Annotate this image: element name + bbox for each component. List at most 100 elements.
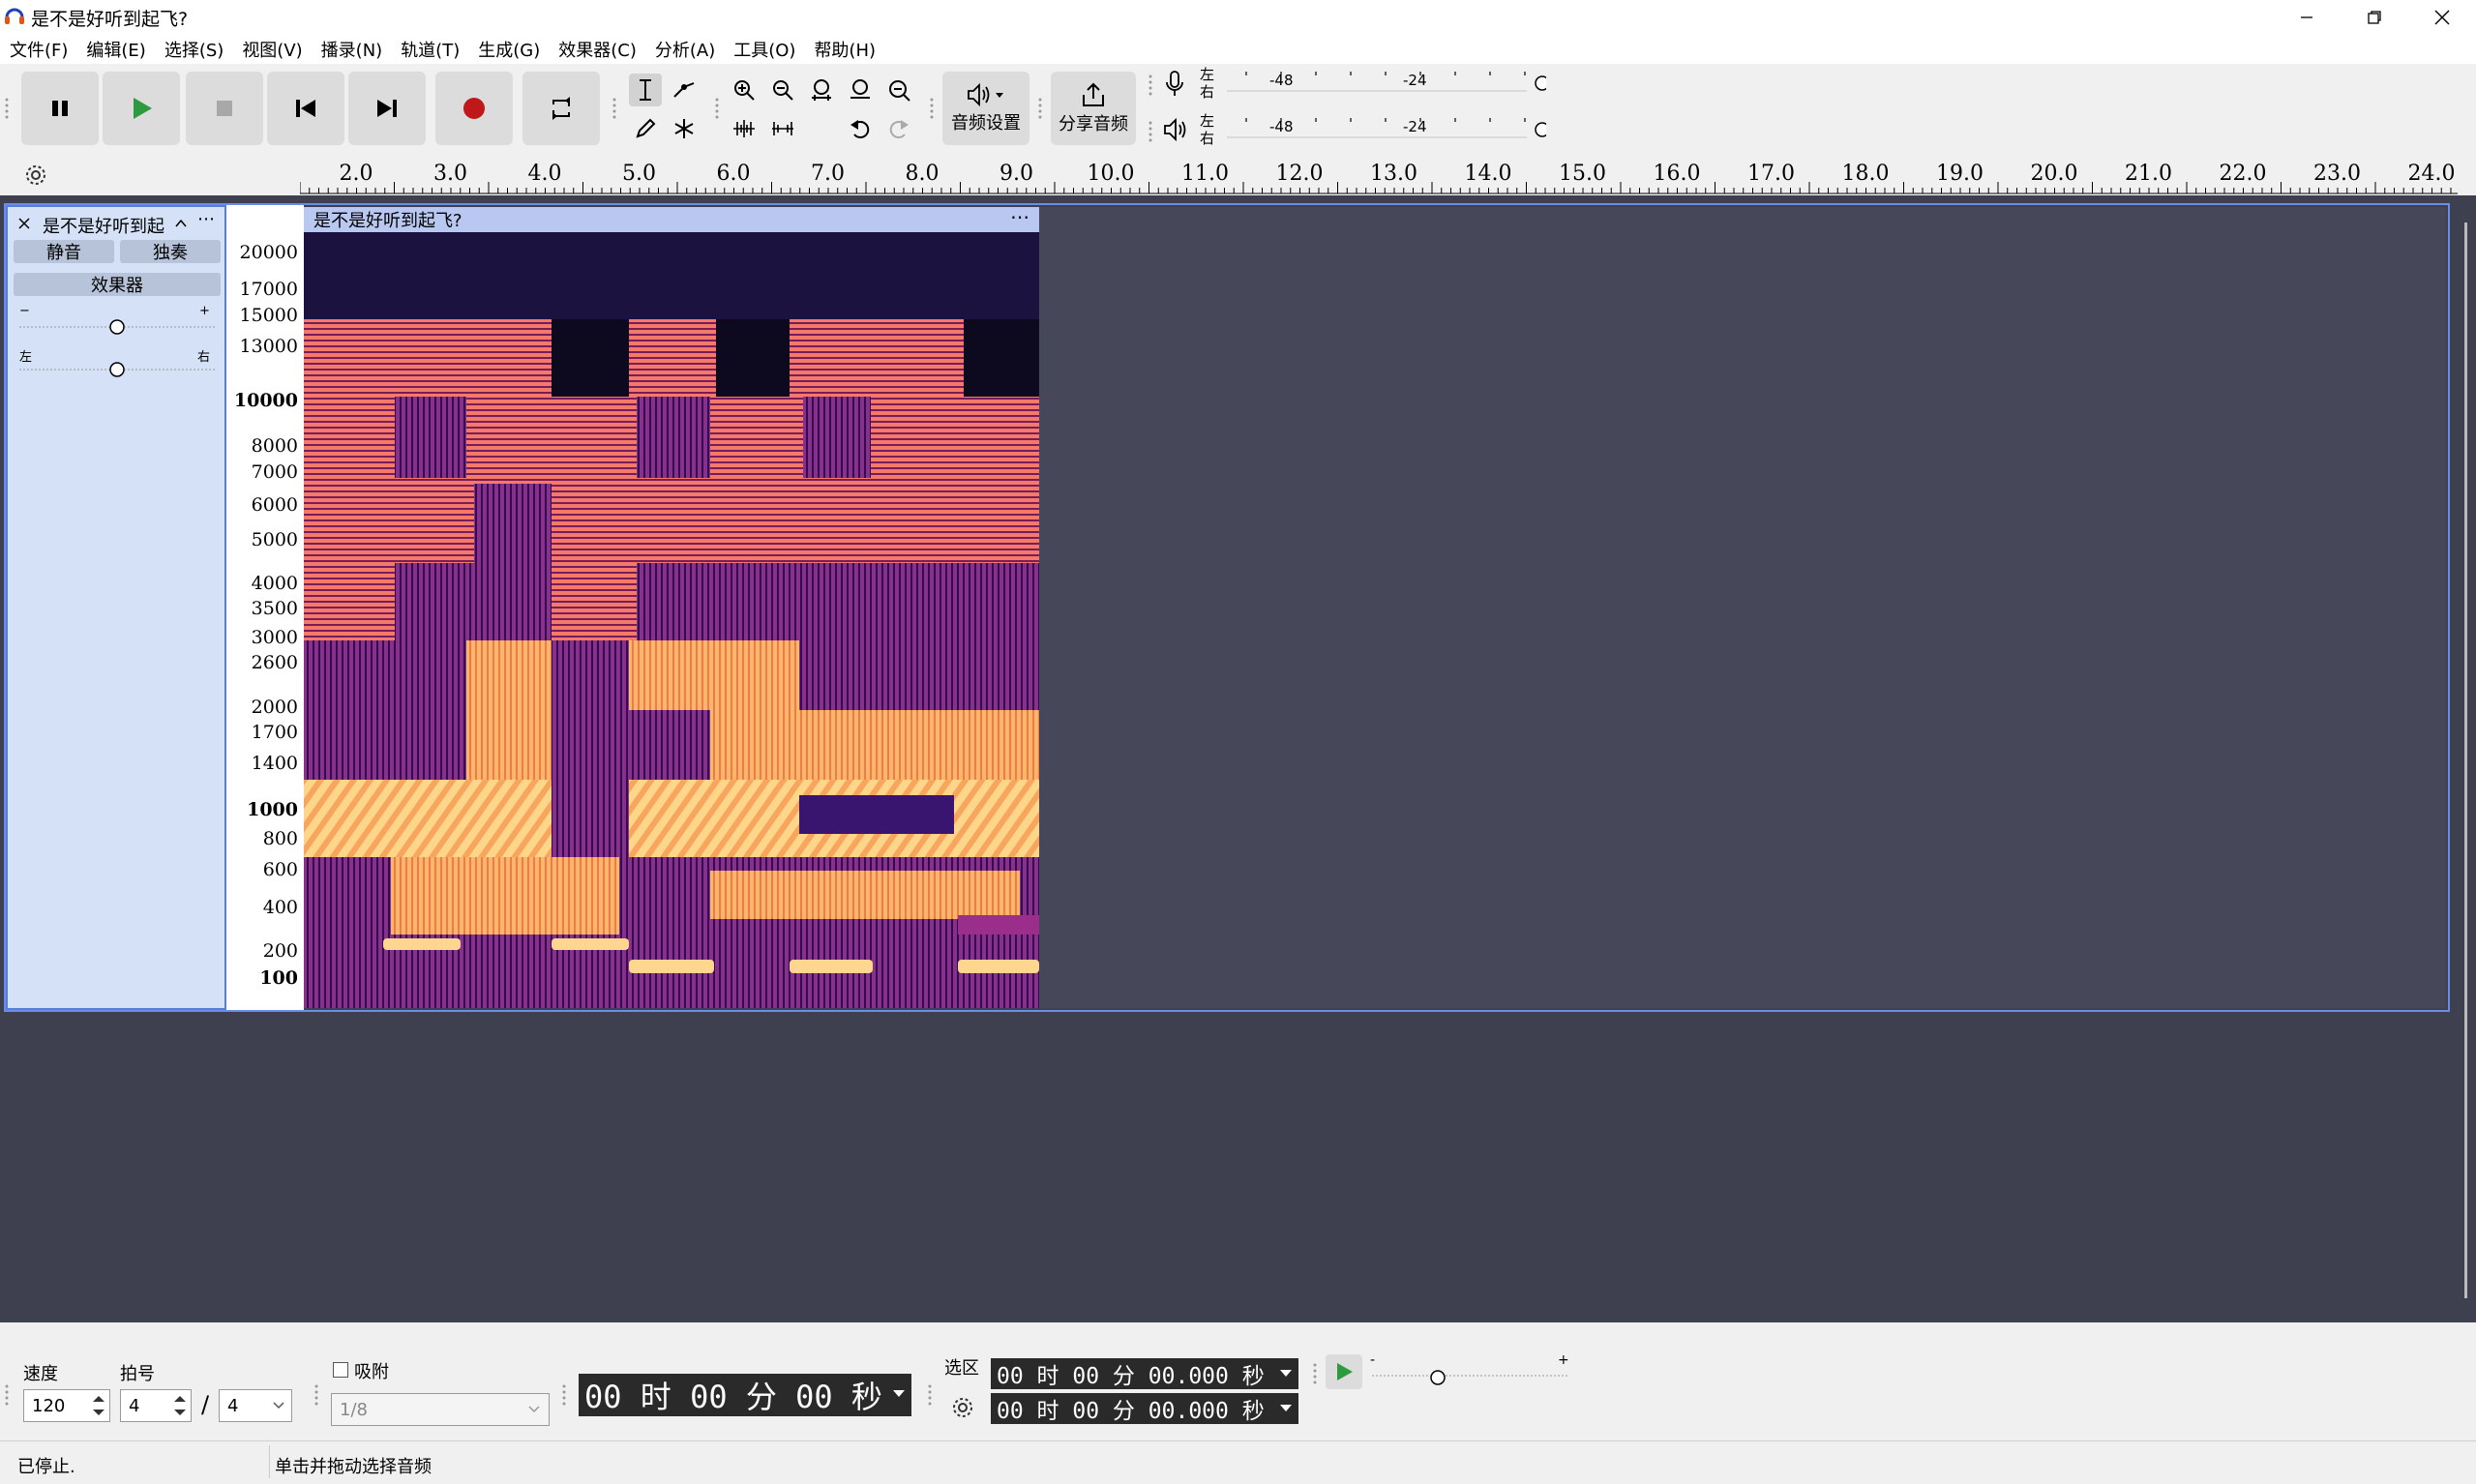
- play-meter[interactable]: -48 -24: [1217, 112, 1550, 147]
- close-track-icon[interactable]: [17, 217, 31, 230]
- menu-generate[interactable]: 生成(G): [468, 37, 549, 62]
- track-control-panel[interactable]: 是不是好听到起 ⋯ 静音 独奏 效果器 − + 左 右: [6, 205, 226, 1010]
- play-button[interactable]: [103, 72, 180, 145]
- skip-to-start-button[interactable]: [267, 72, 344, 145]
- close-icon: [2434, 10, 2450, 25]
- loop-icon: [552, 97, 570, 120]
- time-display[interactable]: 00 时 00 分 00 秒: [579, 1374, 911, 1416]
- playback-speed-slider[interactable]: [1370, 1366, 1573, 1385]
- silence-button[interactable]: [766, 112, 799, 145]
- clip-header[interactable]: 是不是好听到起飞? ⋯: [304, 205, 1039, 232]
- timesig-separator: /: [201, 1391, 210, 1418]
- spectro-block: [710, 871, 1020, 919]
- timeline-options-button[interactable]: [19, 159, 52, 192]
- record-button[interactable]: [435, 72, 513, 145]
- solo-button[interactable]: 独奏: [120, 240, 221, 263]
- zoom-in-button[interactable]: [728, 74, 761, 106]
- zoom-toggle-icon: [889, 80, 910, 102]
- audio-setup-grip[interactable]: [929, 97, 935, 120]
- chevron-down-icon: [1280, 1405, 1292, 1411]
- play-at-speed-grip[interactable]: [1312, 1362, 1318, 1385]
- selection-end-time[interactable]: 00 时 00 分 00.000 秒: [991, 1393, 1298, 1424]
- record-meter[interactable]: -48 -24: [1217, 66, 1550, 101]
- stop-button[interactable]: [186, 72, 263, 145]
- pan-slider[interactable]: [17, 360, 217, 379]
- menu-view[interactable]: 视图(V): [232, 37, 311, 62]
- tempo-spin-icon[interactable]: [89, 1391, 108, 1420]
- share-audio-button[interactable]: 分享音频: [1051, 72, 1136, 145]
- menu-effect[interactable]: 效果器(C): [549, 37, 645, 62]
- selection-start-time[interactable]: 00 时 00 分 00.000 秒: [991, 1358, 1298, 1389]
- audio-settings-button[interactable]: 音频设置: [942, 72, 1029, 145]
- track-name[interactable]: 是不是好听到起: [43, 213, 164, 238]
- toolbar-grip[interactable]: [4, 97, 10, 120]
- menu-file[interactable]: 文件(F): [0, 37, 76, 62]
- fit-project-button[interactable]: [844, 74, 877, 106]
- snap-select[interactable]: 1/8: [331, 1393, 550, 1426]
- spectro-harmonic: [629, 960, 714, 973]
- effects-button[interactable]: 效果器: [14, 273, 221, 296]
- menu-select[interactable]: 选择(S): [155, 37, 232, 62]
- track-empty-region[interactable]: [1039, 207, 2446, 1008]
- record-icon: [463, 98, 485, 119]
- spectro-block: [958, 915, 1039, 935]
- redo-button[interactable]: [882, 112, 915, 145]
- multi-tool-button[interactable]: [668, 112, 701, 145]
- loop-button[interactable]: [522, 72, 600, 145]
- menu-analyze[interactable]: 分析(A): [645, 37, 724, 62]
- zoom-out-button[interactable]: [766, 74, 799, 106]
- trim-button[interactable]: [728, 112, 761, 145]
- frequency-label: 1700: [251, 722, 298, 743]
- frequency-label: 3500: [251, 598, 298, 619]
- ruler-tick-label: 8.0: [906, 162, 940, 186]
- minimize-button[interactable]: [2273, 0, 2341, 35]
- snap-label: 吸附: [354, 1362, 389, 1382]
- timesig-spin-icon[interactable]: [170, 1391, 190, 1420]
- timeline-ruler[interactable]: 2.0 3.0 4.0 5.0 6.0 7.0 8.0 9.0 10.0 11.0 12.0 13.0…: [300, 155, 2458, 195]
- frequency-label: 5000: [251, 529, 298, 550]
- tools-grip[interactable]: [612, 97, 617, 120]
- menu-tracks[interactable]: 轨道(T): [391, 37, 468, 62]
- close-window-button[interactable]: [2408, 0, 2476, 35]
- collapse-track-icon[interactable]: [174, 217, 188, 230]
- time-signature-denominator[interactable]: 4: [219, 1389, 292, 1422]
- frequency-scale[interactable]: 20000 17000 15000 13000 10000 8000 7000 6000 500…: [226, 205, 304, 1010]
- selection-options-button[interactable]: [946, 1391, 979, 1424]
- vertical-scrollbar[interactable]: [2464, 223, 2467, 1298]
- restore-button[interactable]: [2341, 0, 2408, 35]
- menu-help[interactable]: 帮助(H): [804, 37, 884, 62]
- tempo-grip[interactable]: [4, 1383, 10, 1407]
- skip-to-end-button[interactable]: [348, 72, 426, 145]
- record-meter-grip[interactable]: [1148, 74, 1153, 97]
- selection-grip[interactable]: [927, 1383, 933, 1407]
- edit-grip[interactable]: [714, 97, 720, 120]
- envelope-tool-button[interactable]: [668, 74, 701, 106]
- track-menu-icon[interactable]: ⋯: [197, 209, 215, 229]
- play-meter-channels: 左 右: [1200, 112, 1214, 147]
- time-grip[interactable]: [561, 1383, 567, 1407]
- spectro-block: [790, 319, 964, 397]
- selection-tool-button[interactable]: [629, 74, 662, 106]
- spectrogram-view[interactable]: [304, 232, 1039, 1008]
- menu-transport[interactable]: 播录(N): [312, 37, 392, 62]
- share-grip[interactable]: [1037, 97, 1043, 120]
- snap-checkbox[interactable]: [333, 1362, 348, 1378]
- play-at-speed-button[interactable]: [1326, 1354, 1362, 1389]
- snap-grip[interactable]: [313, 1383, 319, 1407]
- zoom-toggle-button[interactable]: [882, 74, 915, 106]
- mute-button[interactable]: 静音: [14, 240, 114, 263]
- share-audio-label: 分享音频: [1059, 114, 1128, 134]
- gain-slider[interactable]: [17, 317, 217, 337]
- play-meter-grip[interactable]: [1148, 120, 1153, 143]
- menu-tools[interactable]: 工具(O): [724, 37, 804, 62]
- menu-edit[interactable]: 编辑(E): [76, 37, 154, 62]
- clip-menu-icon[interactable]: ⋯: [1010, 205, 1029, 228]
- pause-button[interactable]: [21, 72, 99, 145]
- draw-tool-button[interactable]: [629, 112, 662, 145]
- frequency-label: 2600: [251, 652, 298, 673]
- undo-button[interactable]: [844, 112, 877, 145]
- silence-icon: [772, 122, 793, 135]
- frequency-label: 3000: [251, 627, 298, 648]
- ruler-tick-label: 7.0: [811, 162, 845, 186]
- fit-selection-button[interactable]: [805, 74, 838, 106]
